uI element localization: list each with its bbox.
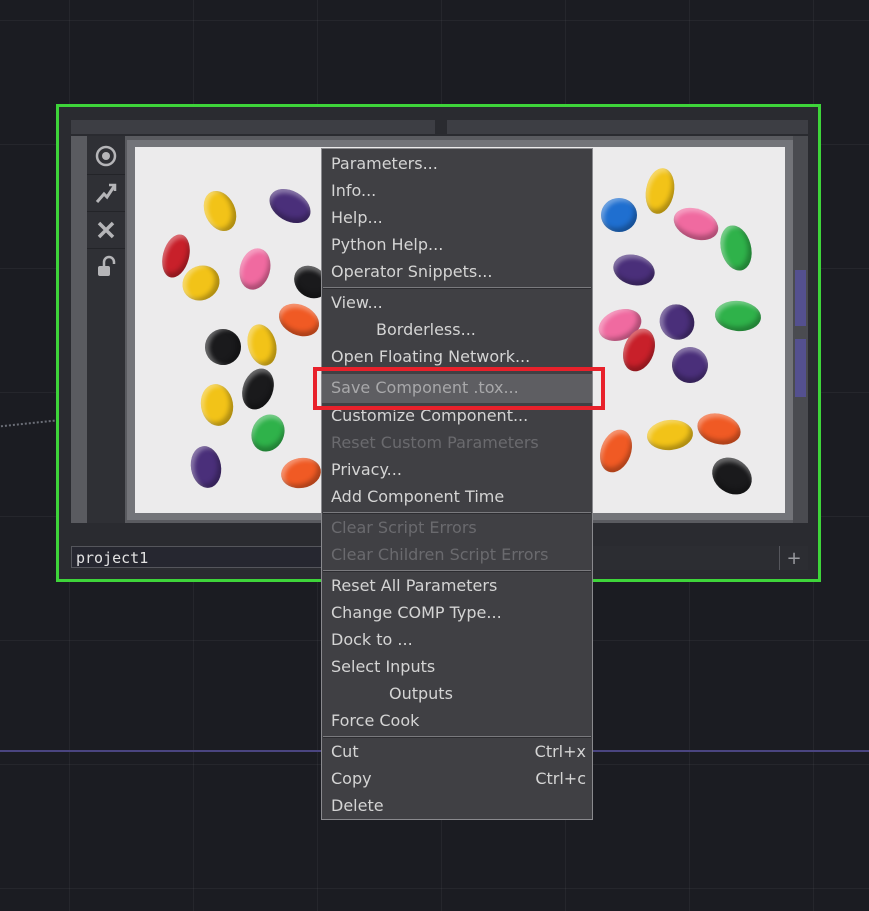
menu-separator [323,287,591,289]
jelly-bean [273,297,325,343]
jelly-bean [652,297,702,347]
jelly-bean [645,418,695,452]
jelly-bean [594,425,638,477]
menu-item-change-comp-type[interactable]: Change COMP Type... [331,600,586,626]
menu-item-copy[interactable]: Copy Ctrl+c [331,766,586,792]
top-bar-divider [435,120,447,134]
bypass-icon[interactable] [87,175,125,212]
menu-item-select-inputs[interactable]: Select Inputs [331,654,586,680]
lock-icon[interactable] [87,249,125,285]
menu-item-privacy[interactable]: Privacy... [331,457,586,483]
jelly-bean [705,450,759,502]
menu-separator [323,512,591,514]
jelly-bean [713,299,763,333]
jelly-bean [187,443,225,491]
jelly-bean [609,250,659,290]
menu-item-parameters[interactable]: Parameters... [331,151,586,177]
shortcut-cut: Ctrl+x [534,742,586,761]
jelly-bean [693,408,745,450]
jelly-bean [243,321,281,369]
menu-item-info[interactable]: Info... [331,178,586,204]
menu-item-reset-all-parameters[interactable]: Reset All Parameters [331,573,586,599]
menu-item-dock-to[interactable]: Dock to ... [331,627,586,653]
jelly-bean [278,454,324,492]
viewer-active-icon[interactable] [87,138,125,175]
menu-item-cut-label: Cut [331,742,359,761]
jelly-bean [235,244,275,294]
menu-item-add-component-time[interactable]: Add Component Time [331,484,586,510]
menu-separator [323,570,591,572]
close-icon[interactable] [87,212,125,249]
highlight-callout-box [313,367,605,410]
jelly-bean [715,221,757,275]
menu-item-python-help[interactable]: Python Help... [331,232,586,258]
menu-item-delete[interactable]: Delete [331,793,586,819]
jelly-bean [263,182,317,230]
scroll-thumb-lower[interactable] [795,339,806,397]
menu-item-clear-children-script-errors: Clear Children Script Errors [331,545,549,564]
menu-item-cut[interactable]: Cut Ctrl+x [331,739,586,765]
menu-item-borderless[interactable]: Borderless... [331,317,586,343]
node-toolbar [87,136,125,523]
menu-item-view[interactable]: View... [331,290,586,316]
menu-item-reset-custom-parameters: Reset Custom Parameters [331,433,539,452]
jelly-bean [642,165,678,217]
menu-item-help[interactable]: Help... [331,205,586,231]
menu-item-select-outputs[interactable]: Outputs [331,681,586,707]
shortcut-copy: Ctrl+c [535,769,586,788]
jelly-bean [236,364,280,414]
jelly-bean [197,321,249,373]
jelly-bean [669,202,723,246]
viewer-scrollbar[interactable] [793,136,808,523]
node-top-bar [71,120,808,134]
scroll-thumb-upper[interactable] [795,270,806,326]
context-menu: Parameters... Info... Help... Python Hel… [321,148,593,820]
jelly-bean [601,198,637,232]
jelly-bean [245,409,291,457]
menu-separator [323,736,591,738]
add-icon[interactable]: + [779,546,808,570]
menu-item-clear-script-errors: Clear Script Errors [331,518,477,537]
jelly-bean [664,339,716,391]
menu-item-copy-label: Copy [331,769,372,788]
menu-item-operator-snippets[interactable]: Operator Snippets... [331,259,586,285]
jelly-bean [197,381,237,429]
jelly-bean [197,185,243,237]
menu-item-force-cook[interactable]: Force Cook [331,708,586,734]
node-name-field[interactable]: project1 [71,546,325,568]
